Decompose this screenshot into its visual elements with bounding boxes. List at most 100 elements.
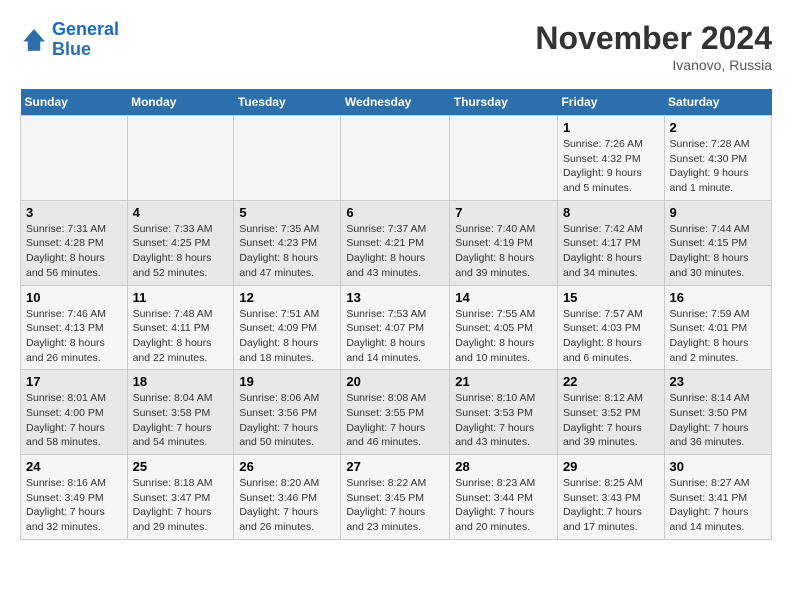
day-number: 16 bbox=[670, 290, 766, 305]
logo: General Blue bbox=[20, 20, 119, 60]
calendar-cell: 6 Sunrise: 7:37 AM Sunset: 4:21 PM Daylig… bbox=[341, 200, 450, 285]
calendar-table: SundayMondayTuesdayWednesdayThursdayFrid… bbox=[20, 89, 772, 540]
calendar-cell: 8 Sunrise: 7:42 AM Sunset: 4:17 PM Daylig… bbox=[557, 200, 664, 285]
calendar-cell: 15Sunrise: 7:57 AM Sunset: 4:03 PM Dayli… bbox=[557, 285, 664, 370]
calendar-cell: 20 Sunrise: 8:08 AM Sunset: 3:55 PM Dayli… bbox=[341, 370, 450, 455]
day-number: 6 bbox=[346, 205, 444, 220]
day-info: Sunrise: 7:46 AM Sunset: 4:13 PM Dayligh… bbox=[26, 307, 122, 366]
calendar-cell: 26 Sunrise: 8:20 AM Sunset: 3:46 PM Dayli… bbox=[234, 455, 341, 540]
week-row-2: 3 Sunrise: 7:31 AM Sunset: 4:28 PM Daylig… bbox=[21, 200, 772, 285]
col-header-sunday: Sunday bbox=[21, 89, 128, 116]
calendar-cell: 24 Sunrise: 8:16 AM Sunset: 3:49 PM Dayli… bbox=[21, 455, 128, 540]
day-number: 20 bbox=[346, 374, 444, 389]
day-number: 28 bbox=[455, 459, 552, 474]
day-number: 1 bbox=[563, 120, 659, 135]
day-number: 24 bbox=[26, 459, 122, 474]
col-header-tuesday: Tuesday bbox=[234, 89, 341, 116]
day-info: Sunrise: 8:18 AM Sunset: 3:47 PM Dayligh… bbox=[133, 476, 229, 535]
day-number: 26 bbox=[239, 459, 335, 474]
location-subtitle: Ivanovo, Russia bbox=[535, 57, 772, 73]
calendar-cell: 2 Sunrise: 7:28 AM Sunset: 4:30 PM Daylig… bbox=[664, 116, 771, 201]
day-number: 29 bbox=[563, 459, 659, 474]
day-number: 3 bbox=[26, 205, 122, 220]
calendar-cell: 22 Sunrise: 8:12 AM Sunset: 3:52 PM Dayli… bbox=[557, 370, 664, 455]
calendar-cell: 3 Sunrise: 7:31 AM Sunset: 4:28 PM Daylig… bbox=[21, 200, 128, 285]
col-header-saturday: Saturday bbox=[664, 89, 771, 116]
calendar-cell bbox=[127, 116, 234, 201]
day-info: Sunrise: 7:59 AM Sunset: 4:01 PM Dayligh… bbox=[670, 307, 766, 366]
day-number: 27 bbox=[346, 459, 444, 474]
day-info: Sunrise: 7:33 AM Sunset: 4:25 PM Dayligh… bbox=[133, 222, 229, 281]
day-number: 12 bbox=[239, 290, 335, 305]
day-info: Sunrise: 7:26 AM Sunset: 4:32 PM Dayligh… bbox=[563, 137, 659, 196]
day-number: 10 bbox=[26, 290, 122, 305]
calendar-cell: 5 Sunrise: 7:35 AM Sunset: 4:23 PM Daylig… bbox=[234, 200, 341, 285]
day-info: Sunrise: 8:20 AM Sunset: 3:46 PM Dayligh… bbox=[239, 476, 335, 535]
day-number: 22 bbox=[563, 374, 659, 389]
calendar-cell bbox=[21, 116, 128, 201]
month-title: November 2024 bbox=[535, 20, 772, 57]
day-info: Sunrise: 8:01 AM Sunset: 4:00 PM Dayligh… bbox=[26, 391, 122, 450]
day-number: 14 bbox=[455, 290, 552, 305]
week-row-1: 1 Sunrise: 7:26 AM Sunset: 4:32 PM Daylig… bbox=[21, 116, 772, 201]
day-number: 5 bbox=[239, 205, 335, 220]
calendar-cell: 16 Sunrise: 7:59 AM Sunset: 4:01 PM Dayli… bbox=[664, 285, 771, 370]
day-number: 11 bbox=[133, 290, 229, 305]
day-info: Sunrise: 8:12 AM Sunset: 3:52 PM Dayligh… bbox=[563, 391, 659, 450]
calendar-cell bbox=[234, 116, 341, 201]
day-info: Sunrise: 8:14 AM Sunset: 3:50 PM Dayligh… bbox=[670, 391, 766, 450]
calendar-cell: 9Sunrise: 7:44 AM Sunset: 4:15 PM Daylig… bbox=[664, 200, 771, 285]
calendar-cell: 4Sunrise: 7:33 AM Sunset: 4:25 PM Daylig… bbox=[127, 200, 234, 285]
day-number: 25 bbox=[133, 459, 229, 474]
day-info: Sunrise: 7:57 AM Sunset: 4:03 PM Dayligh… bbox=[563, 307, 659, 366]
day-number: 30 bbox=[670, 459, 766, 474]
day-info: Sunrise: 7:48 AM Sunset: 4:11 PM Dayligh… bbox=[133, 307, 229, 366]
logo-text: General Blue bbox=[52, 20, 119, 60]
calendar-cell: 7Sunrise: 7:40 AM Sunset: 4:19 PM Daylig… bbox=[450, 200, 558, 285]
col-header-friday: Friday bbox=[557, 89, 664, 116]
calendar-cell: 10 Sunrise: 7:46 AM Sunset: 4:13 PM Dayli… bbox=[21, 285, 128, 370]
day-number: 2 bbox=[670, 120, 766, 135]
calendar-cell: 12 Sunrise: 7:51 AM Sunset: 4:09 PM Dayli… bbox=[234, 285, 341, 370]
week-row-3: 10 Sunrise: 7:46 AM Sunset: 4:13 PM Dayli… bbox=[21, 285, 772, 370]
logo-line2: Blue bbox=[52, 39, 91, 59]
day-info: Sunrise: 7:35 AM Sunset: 4:23 PM Dayligh… bbox=[239, 222, 335, 281]
day-info: Sunrise: 8:16 AM Sunset: 3:49 PM Dayligh… bbox=[26, 476, 122, 535]
calendar-cell: 19 Sunrise: 8:06 AM Sunset: 3:56 PM Dayli… bbox=[234, 370, 341, 455]
day-number: 23 bbox=[670, 374, 766, 389]
day-info: Sunrise: 8:25 AM Sunset: 3:43 PM Dayligh… bbox=[563, 476, 659, 535]
calendar-cell bbox=[341, 116, 450, 201]
day-info: Sunrise: 8:04 AM Sunset: 3:58 PM Dayligh… bbox=[133, 391, 229, 450]
day-info: Sunrise: 8:08 AM Sunset: 3:55 PM Dayligh… bbox=[346, 391, 444, 450]
col-header-thursday: Thursday bbox=[450, 89, 558, 116]
day-info: Sunrise: 8:27 AM Sunset: 3:41 PM Dayligh… bbox=[670, 476, 766, 535]
calendar-cell: 18Sunrise: 8:04 AM Sunset: 3:58 PM Dayli… bbox=[127, 370, 234, 455]
day-number: 8 bbox=[563, 205, 659, 220]
calendar-cell: 11 Sunrise: 7:48 AM Sunset: 4:11 PM Dayli… bbox=[127, 285, 234, 370]
day-info: Sunrise: 7:51 AM Sunset: 4:09 PM Dayligh… bbox=[239, 307, 335, 366]
calendar-cell bbox=[450, 116, 558, 201]
calendar-cell: 25 Sunrise: 8:18 AM Sunset: 3:47 PM Dayli… bbox=[127, 455, 234, 540]
week-row-4: 17Sunrise: 8:01 AM Sunset: 4:00 PM Dayli… bbox=[21, 370, 772, 455]
day-info: Sunrise: 7:37 AM Sunset: 4:21 PM Dayligh… bbox=[346, 222, 444, 281]
calendar-cell: 29 Sunrise: 8:25 AM Sunset: 3:43 PM Dayli… bbox=[557, 455, 664, 540]
day-info: Sunrise: 8:22 AM Sunset: 3:45 PM Dayligh… bbox=[346, 476, 444, 535]
calendar-cell: 13Sunrise: 7:53 AM Sunset: 4:07 PM Dayli… bbox=[341, 285, 450, 370]
day-info: Sunrise: 8:06 AM Sunset: 3:56 PM Dayligh… bbox=[239, 391, 335, 450]
day-info: Sunrise: 7:53 AM Sunset: 4:07 PM Dayligh… bbox=[346, 307, 444, 366]
day-info: Sunrise: 7:42 AM Sunset: 4:17 PM Dayligh… bbox=[563, 222, 659, 281]
week-row-5: 24 Sunrise: 8:16 AM Sunset: 3:49 PM Dayli… bbox=[21, 455, 772, 540]
calendar-cell: 17Sunrise: 8:01 AM Sunset: 4:00 PM Dayli… bbox=[21, 370, 128, 455]
calendar-cell: 30 Sunrise: 8:27 AM Sunset: 3:41 PM Dayli… bbox=[664, 455, 771, 540]
calendar-header-row: SundayMondayTuesdayWednesdayThursdayFrid… bbox=[21, 89, 772, 116]
day-info: Sunrise: 7:31 AM Sunset: 4:28 PM Dayligh… bbox=[26, 222, 122, 281]
logo-icon bbox=[20, 26, 48, 54]
logo-line1: General bbox=[52, 19, 119, 39]
day-number: 19 bbox=[239, 374, 335, 389]
calendar-cell: 21Sunrise: 8:10 AM Sunset: 3:53 PM Dayli… bbox=[450, 370, 558, 455]
col-header-wednesday: Wednesday bbox=[341, 89, 450, 116]
calendar-cell: 14Sunrise: 7:55 AM Sunset: 4:05 PM Dayli… bbox=[450, 285, 558, 370]
day-info: Sunrise: 7:28 AM Sunset: 4:30 PM Dayligh… bbox=[670, 137, 766, 196]
calendar-body: 1 Sunrise: 7:26 AM Sunset: 4:32 PM Daylig… bbox=[21, 116, 772, 540]
col-header-monday: Monday bbox=[127, 89, 234, 116]
